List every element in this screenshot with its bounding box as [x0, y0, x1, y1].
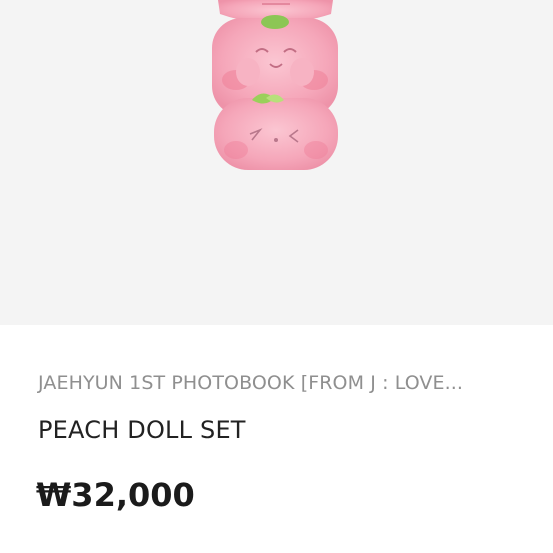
product-price: ₩32,000: [36, 476, 195, 514]
product-card[interactable]: JAEHYUN 1ST PHOTOBOOK [FROM J : LOVE... …: [0, 0, 553, 553]
bottom-doll: [214, 93, 338, 170]
product-image[interactable]: [0, 0, 553, 325]
product-title[interactable]: PEACH DOLL SET: [38, 416, 246, 444]
product-subtitle[interactable]: JAEHYUN 1ST PHOTOBOOK [FROM J : LOVE...: [38, 372, 463, 394]
peach-doll-image: [212, 0, 338, 170]
